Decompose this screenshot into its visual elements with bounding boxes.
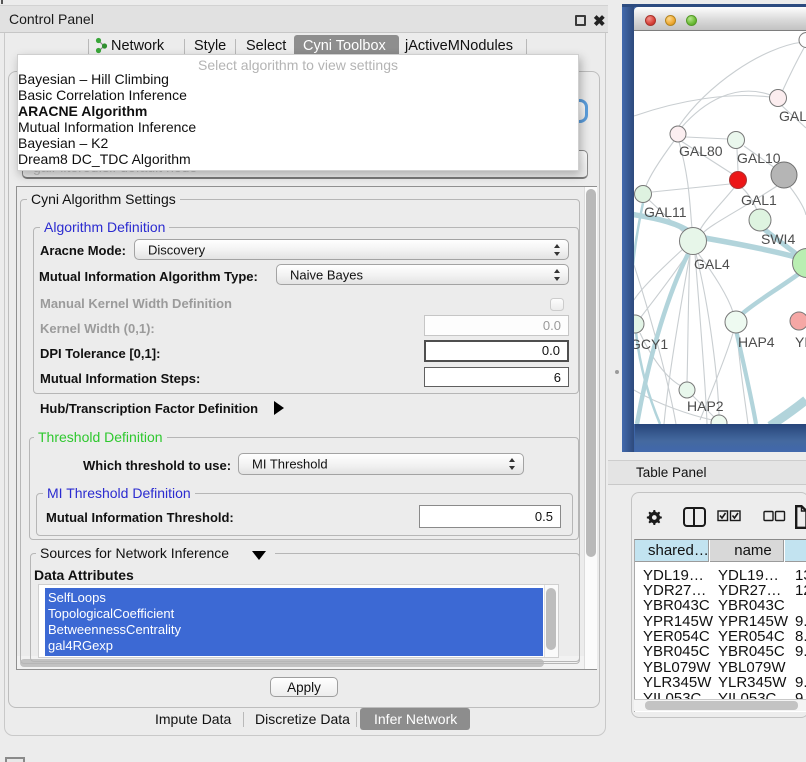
svg-text:GAL7: GAL7 bbox=[779, 108, 806, 124]
svg-text:GAL10: GAL10 bbox=[737, 150, 781, 166]
svg-text:YD: YD bbox=[795, 334, 806, 350]
svg-text:GAL11: GAL11 bbox=[644, 204, 687, 220]
svg-text:HAP2: HAP2 bbox=[687, 398, 724, 414]
svg-text:SWI4: SWI4 bbox=[761, 231, 795, 247]
svg-text:GCY1: GCY1 bbox=[634, 336, 668, 352]
svg-text:GAL80: GAL80 bbox=[679, 143, 723, 159]
svg-text:HAP4: HAP4 bbox=[738, 334, 775, 350]
svg-text:GAL4: GAL4 bbox=[694, 256, 730, 272]
svg-text:GAL1: GAL1 bbox=[741, 192, 777, 208]
